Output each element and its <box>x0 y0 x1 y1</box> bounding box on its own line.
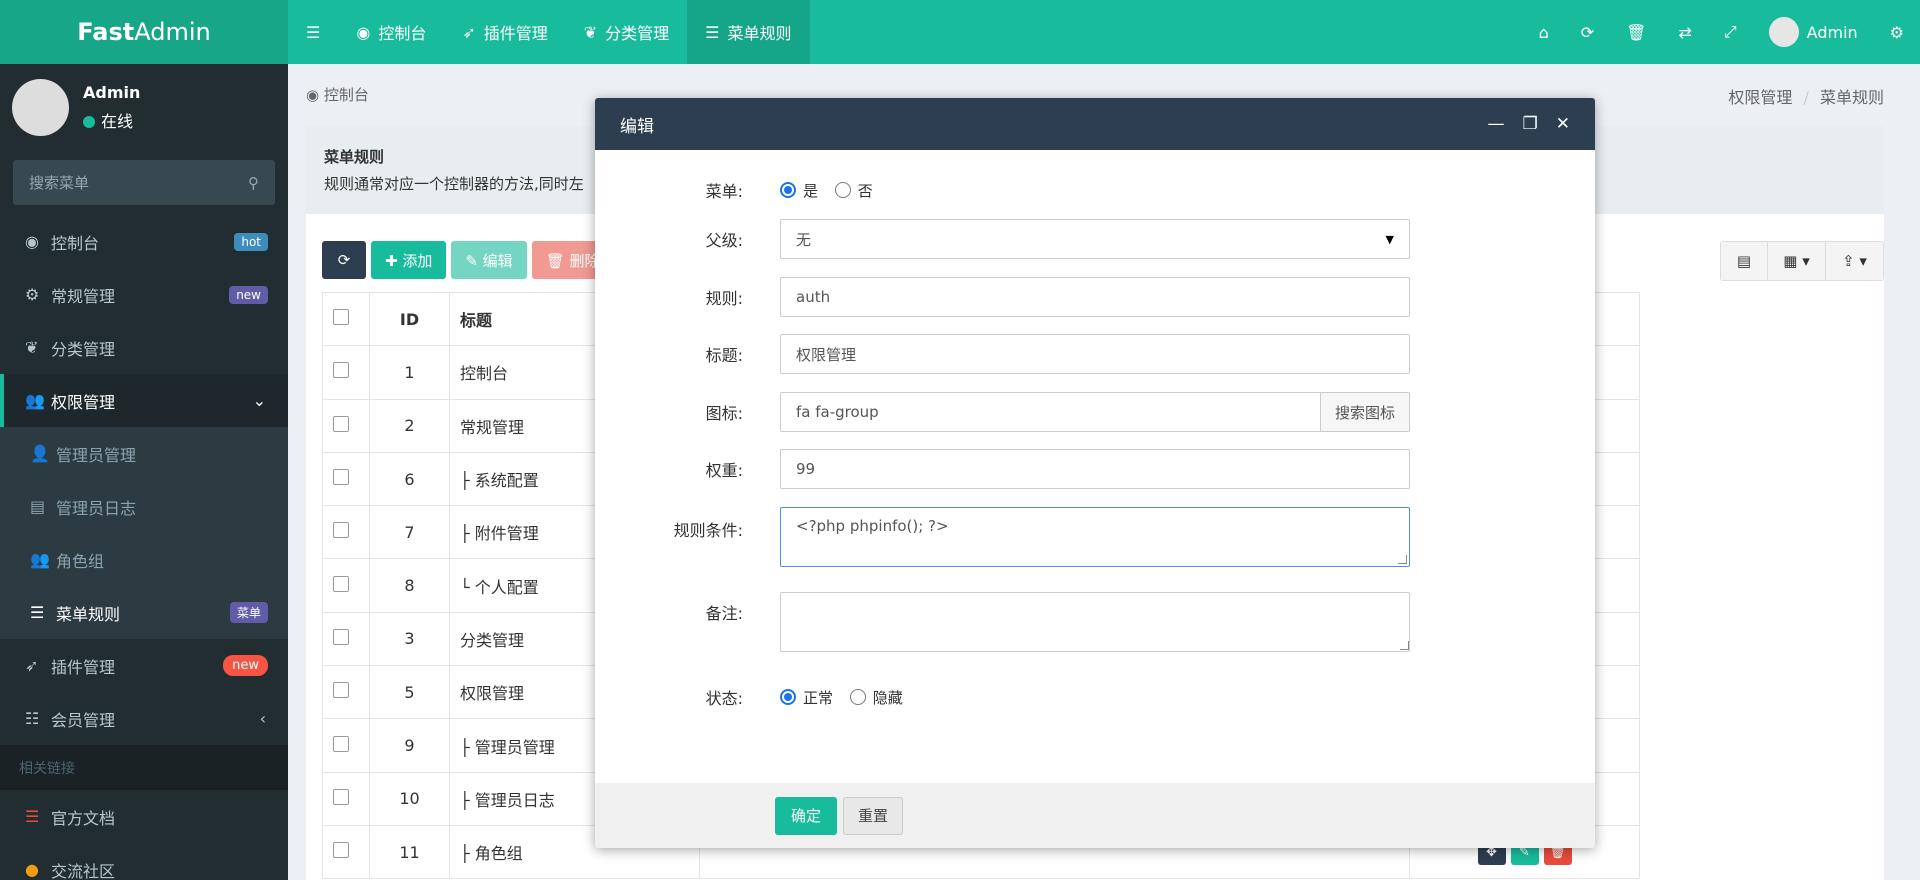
dialog-footer: 确定 重置 <box>595 783 1595 848</box>
field-label: 标题: <box>705 346 743 365</box>
search-icon-button[interactable]: 搜索图标 <box>1319 393 1409 431</box>
parent-select[interactable]: 无 ▼ <box>780 219 1410 259</box>
field-label: 父级: <box>705 231 743 250</box>
menu-row: 菜单: 是 否 <box>595 178 873 202</box>
radio-label: 隐藏 <box>872 688 903 707</box>
menu-no-radio[interactable] <box>834 181 851 198</box>
icon-row: 图标: fa fa-group 搜索图标 <box>595 392 1410 432</box>
icon-input-group: fa fa-group 搜索图标 <box>780 392 1410 432</box>
field-label: 图标: <box>705 404 743 423</box>
resize-handle[interactable] <box>1400 641 1409 650</box>
status-row: 状态: 正常 隐藏 <box>595 685 903 709</box>
dialog-title: 编辑 <box>620 116 654 137</box>
edit-dialog: 编辑 — ❐ ✕ 菜单: 是 否 父级: 无 ▼ 规则: auth 标题: 权限管… <box>595 98 1595 848</box>
remark-row: 备注: <box>595 592 1410 652</box>
reset-button[interactable]: 重置 <box>843 796 904 835</box>
status-radio-group: 正常 隐藏 <box>780 687 1020 708</box>
resize-handle[interactable] <box>1398 555 1407 564</box>
title-input[interactable]: 权限管理 <box>780 334 1410 374</box>
dialog-header[interactable]: 编辑 — ❐ ✕ <box>595 98 1595 150</box>
status-hidden-radio[interactable] <box>849 688 866 705</box>
menu-yes-radio[interactable] <box>780 181 796 198</box>
rule-row: 规则: auth <box>595 277 1410 317</box>
field-label: 备注: <box>705 604 743 623</box>
weight-input[interactable]: 99 <box>780 449 1410 489</box>
parent-row: 父级: 无 ▼ <box>595 219 1410 259</box>
maximize-icon[interactable]: ❐ <box>1523 114 1538 134</box>
weight-row: 权重: 99 <box>595 449 1410 489</box>
caret-down-icon: ▼ <box>1385 232 1394 246</box>
radio-label: 否 <box>857 181 873 200</box>
remark-textarea[interactable] <box>780 592 1410 652</box>
textarea-value: <?php phpinfo(); ?> <box>796 517 949 535</box>
icon-input[interactable]: fa fa-group <box>796 403 1320 421</box>
title-row: 标题: 权限管理 <box>595 334 1410 374</box>
field-label: 规则: <box>705 289 743 308</box>
radio-label: 正常 <box>803 688 834 707</box>
status-normal-radio[interactable] <box>780 688 796 705</box>
field-label: 菜单: <box>705 182 743 201</box>
menu-radio-group: 是 否 <box>780 180 980 201</box>
radio-label: 是 <box>803 181 819 200</box>
select-value: 无 <box>796 230 812 249</box>
condition-row: 规则条件: <?php phpinfo(); ?> <box>595 507 1410 567</box>
field-label: 权重: <box>705 461 743 480</box>
condition-textarea[interactable]: <?php phpinfo(); ?> <box>780 507 1410 567</box>
rule-input[interactable]: auth <box>780 277 1410 317</box>
confirm-button[interactable]: 确定 <box>775 796 838 835</box>
minimize-icon[interactable]: — <box>1488 114 1505 134</box>
close-icon[interactable]: ✕ <box>1556 114 1570 134</box>
field-label: 规则条件: <box>673 521 743 540</box>
field-label: 状态: <box>705 689 743 708</box>
